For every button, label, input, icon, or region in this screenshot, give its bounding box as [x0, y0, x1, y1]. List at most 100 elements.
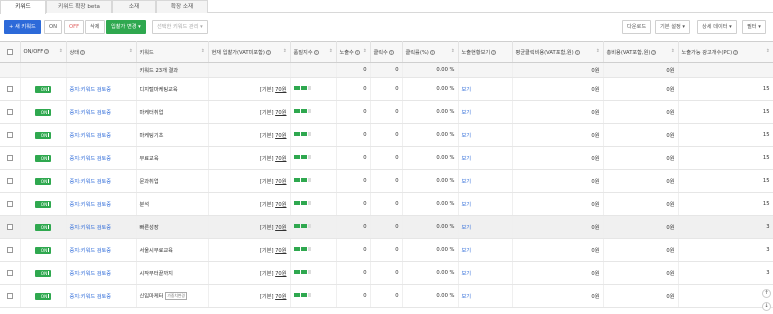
col-impressions[interactable]: 노출수? ⇕: [336, 41, 371, 63]
sort-icon[interactable]: ⇕: [283, 49, 287, 54]
col-onoff[interactable]: ON/OFF? ⇕: [20, 41, 67, 63]
sort-icon[interactable]: ⇕: [129, 49, 133, 54]
detail-data-button[interactable]: 상세 데이터 ▾: [697, 20, 737, 34]
onoff-toggle[interactable]: ON: [35, 108, 51, 116]
onoff-toggle[interactable]: ON: [35, 200, 51, 208]
onoff-toggle[interactable]: ON: [35, 223, 51, 231]
off-button[interactable]: OFF: [64, 20, 85, 34]
help-icon[interactable]: ?: [313, 49, 319, 55]
bid-value[interactable]: 70원: [275, 87, 286, 93]
col-clicks[interactable]: 클릭수?: [370, 41, 403, 63]
bid-value[interactable]: 70원: [275, 110, 286, 116]
select-all-checkbox[interactable]: [6, 48, 13, 55]
keyword-text[interactable]: 신입마케터: [140, 294, 164, 300]
sort-icon[interactable]: ⇕: [329, 49, 333, 54]
col-cpc[interactable]: 평균클릭비용(VAT포함,원)? ⇕: [512, 41, 604, 63]
col-ctr[interactable]: 클릭률(%)? ⇕: [402, 41, 459, 63]
keyword-text[interactable]: 마케터취업: [140, 110, 164, 116]
onoff-toggle[interactable]: ON: [35, 246, 51, 254]
scroll-up-icon[interactable]: ↑: [762, 289, 771, 298]
help-icon[interactable]: ?: [574, 49, 580, 55]
onoff-toggle[interactable]: ON: [35, 154, 51, 162]
status-text[interactable]: 중지:키워드 검토중: [70, 202, 112, 208]
col-ad-count[interactable]: 노출가능 광고개수(PC)? ⇕: [678, 41, 773, 63]
view-link[interactable]: 보기: [462, 271, 472, 277]
bid-value[interactable]: 70원: [275, 248, 286, 254]
help-icon[interactable]: ?: [354, 49, 360, 55]
sort-icon[interactable]: ⇕: [201, 49, 205, 54]
tab-keyword[interactable]: 키워드: [0, 0, 46, 14]
status-text[interactable]: 중지:키워드 검토중: [70, 271, 112, 277]
col-bid[interactable]: 현재 입찰가(VAT미포함)? ⇕: [208, 41, 291, 63]
row-checkbox[interactable]: [6, 85, 13, 92]
keyword-text[interactable]: 서울시무료교육: [140, 248, 173, 254]
manage-keywords-button[interactable]: 선택한 키워드 관리 ▾: [152, 20, 208, 34]
bid-value[interactable]: 70원: [275, 225, 286, 231]
sort-icon[interactable]: ⇕: [766, 49, 770, 54]
scroll-down-icon[interactable]: ↓: [762, 302, 771, 311]
row-checkbox[interactable]: [6, 246, 13, 253]
onoff-toggle[interactable]: ON: [35, 131, 51, 139]
view-link[interactable]: 보기: [462, 133, 472, 139]
status-text[interactable]: 중지:키워드 검토중: [70, 225, 112, 231]
keyword-text[interactable]: 분석: [140, 202, 150, 208]
row-checkbox[interactable]: [6, 269, 13, 276]
status-text[interactable]: 중지:키워드 검토중: [70, 248, 112, 254]
onoff-toggle[interactable]: ON: [35, 85, 51, 93]
view-link[interactable]: 보기: [462, 110, 472, 116]
download-button[interactable]: 다운로드: [622, 20, 652, 34]
onoff-toggle[interactable]: ON: [35, 177, 51, 185]
help-icon[interactable]: ?: [44, 49, 50, 54]
keyword-text[interactable]: 시작부터끝까지: [140, 271, 173, 277]
sort-icon[interactable]: ⇕: [59, 49, 63, 54]
keyword-text[interactable]: 디지털마케팅교육: [140, 87, 178, 93]
onoff-toggle[interactable]: ON: [35, 269, 51, 277]
row-checkbox[interactable]: [6, 292, 13, 299]
bid-value[interactable]: 70원: [275, 179, 286, 185]
keyword-text[interactable]: 빠른성장: [140, 225, 159, 231]
col-status[interactable]: 상태? ⇕: [66, 41, 137, 63]
bid-value[interactable]: 70원: [275, 133, 286, 139]
sort-icon[interactable]: ⇕: [671, 49, 675, 54]
status-text[interactable]: 중지:키워드 검토중: [70, 110, 112, 116]
onoff-toggle[interactable]: ON: [35, 292, 51, 300]
help-icon[interactable]: ?: [733, 49, 739, 55]
delete-button[interactable]: 삭제: [85, 20, 105, 34]
col-keyword[interactable]: 키워드 ⇕: [136, 41, 209, 63]
status-text[interactable]: 중지:키워드 검토중: [70, 179, 112, 185]
keyword-text[interactable]: 문과취업: [140, 179, 159, 185]
sort-icon[interactable]: ⇕: [363, 49, 367, 54]
row-checkbox[interactable]: [6, 223, 13, 230]
help-icon[interactable]: ?: [651, 49, 657, 55]
bid-value[interactable]: 70원: [275, 202, 286, 208]
keyword-text[interactable]: 마케팅기초: [140, 133, 164, 139]
tab-creative[interactable]: 소재: [112, 0, 156, 13]
tab-keyword-expansion[interactable]: 키워드 확장 beta: [46, 0, 112, 13]
status-text[interactable]: 중지:키워드 검토중: [70, 294, 112, 300]
view-link[interactable]: 보기: [462, 248, 472, 254]
filter-button[interactable]: 필터 ▾: [742, 20, 766, 34]
basic-settings-button[interactable]: 기본 설정 ▾: [655, 20, 690, 34]
view-link[interactable]: 보기: [462, 156, 472, 162]
tab-extension-creative[interactable]: 확장 소재: [156, 0, 208, 13]
help-icon[interactable]: ?: [491, 49, 497, 55]
view-link[interactable]: 보기: [462, 87, 472, 93]
bid-value[interactable]: 70원: [275, 294, 286, 300]
col-quality[interactable]: 품질지수? ⇕: [290, 41, 337, 63]
sort-icon[interactable]: ⇕: [596, 49, 600, 54]
bid-value[interactable]: 70원: [275, 156, 286, 162]
status-text[interactable]: 중지:키워드 검토중: [70, 87, 112, 93]
row-checkbox[interactable]: [6, 177, 13, 184]
row-checkbox[interactable]: [6, 154, 13, 161]
help-icon[interactable]: ?: [388, 49, 394, 55]
new-keyword-button[interactable]: + 새 키워드: [4, 20, 41, 34]
row-checkbox[interactable]: [6, 108, 13, 115]
status-text[interactable]: 중지:키워드 검토중: [70, 156, 112, 162]
help-icon[interactable]: ?: [429, 49, 435, 55]
on-button[interactable]: ON: [44, 20, 62, 34]
keyword-text[interactable]: 무료교육: [140, 156, 159, 162]
view-link[interactable]: 보기: [462, 202, 472, 208]
status-text[interactable]: 중지:키워드 검토중: [70, 133, 112, 139]
col-cost[interactable]: 총비용(VAT포함,원)? ⇕: [603, 41, 679, 63]
col-view-impr[interactable]: 노출현황보기?: [458, 41, 513, 63]
